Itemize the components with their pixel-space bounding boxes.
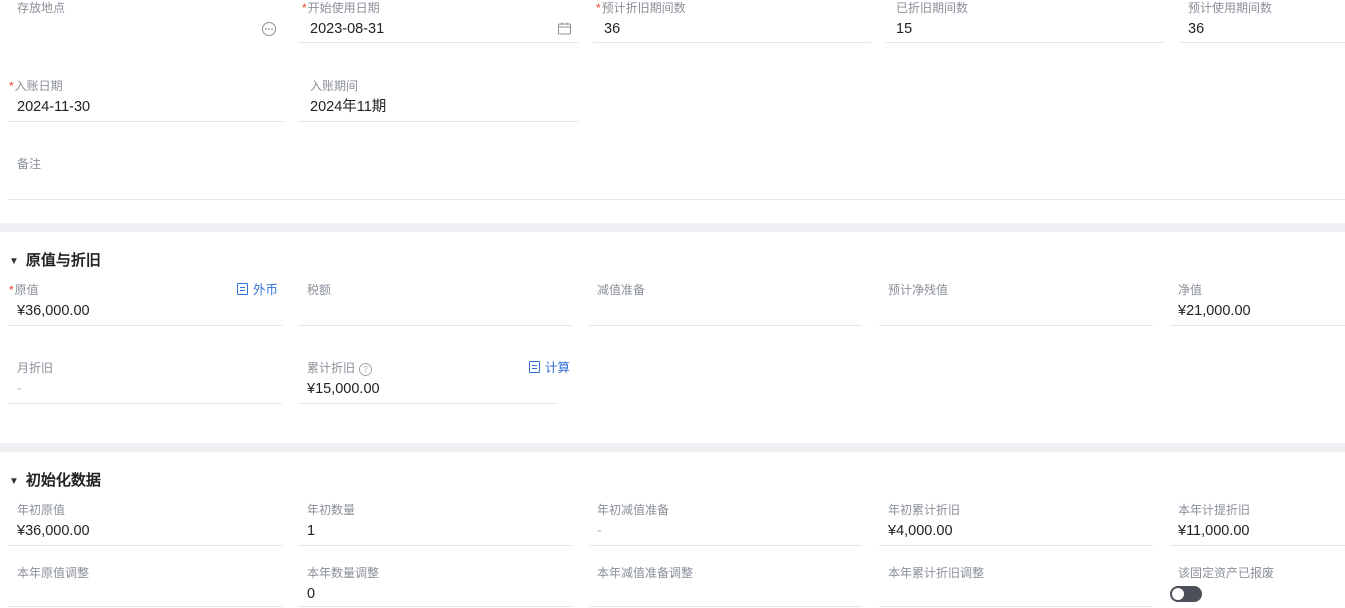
entry-date-label-text: 入账日期 [14,79,63,93]
document-icon [529,361,540,373]
accum-depr-label: 累计折旧? [307,361,373,376]
impairment-underline [589,325,862,326]
original-value-underline [8,325,282,326]
year-depr-value[interactable]: ¥11,000.00 [1178,522,1250,540]
year-begin-impair-label: 年初减值准备 [597,503,670,517]
original-value-value[interactable]: ¥36,000.00 [17,302,90,320]
accum-depr-underline [298,403,556,404]
remark-underline [8,199,1345,200]
scrapped-label: 该固定资产已报废 [1178,566,1275,580]
foreign-currency-link-text: 外币 [253,283,279,297]
location-label: 存放地点 [17,1,66,15]
original-value-label-text: 原值 [14,283,39,297]
entry-period-value[interactable]: 2024年11期 [310,98,386,116]
depr-periods-done-value[interactable]: 15 [896,20,912,38]
entry-period-label: 入账期间 [310,79,359,93]
est-use-periods-label: 预计使用期间数 [1188,1,1273,15]
year-begin-value-label: 年初原值 [17,503,66,517]
entry-date-underline [8,121,284,122]
year-begin-value-value[interactable]: ¥36,000.00 [17,522,90,540]
value-adjust-underline [8,606,282,607]
year-begin-accum-label: 年初累计折旧 [888,503,961,517]
depr-periods-done-underline [886,42,1164,43]
tax-underline [298,325,572,326]
calculate-link[interactable]: 计算 [529,361,570,375]
start-date-label-text: 开始使用日期 [307,1,380,15]
est-depr-periods-value[interactable]: 36 [604,20,620,38]
monthly-depr-value: - [17,381,22,397]
toggle-knob [1172,588,1184,600]
calendar-icon[interactable] [557,21,572,41]
monthly-depr-label: 月折旧 [17,361,54,375]
est-depr-periods-label: *预计折旧期间数 [596,1,686,15]
value-adjust-label: 本年原值调整 [17,566,90,580]
section-header-depreciation[interactable]: ▼ 原值与折旧 [9,249,101,270]
year-begin-qty-label: 年初数量 [307,503,356,517]
net-value-underline [1170,325,1345,326]
accum-adjust-label: 本年累计折旧调整 [888,566,985,580]
tax-label: 税额 [307,283,332,297]
question-circle-icon[interactable]: ? [359,363,373,376]
required-mark: * [9,283,14,297]
foreign-currency-link[interactable]: 外币 [237,283,278,297]
scrapped-toggle[interactable] [1170,586,1202,602]
start-date-underline [298,42,578,43]
impair-adjust-underline [589,606,862,607]
est-depr-periods-label-text: 预计折旧期间数 [601,1,686,15]
accum-depr-label-text: 累计折旧 [307,361,356,375]
year-begin-impair-value: - [597,523,602,539]
net-value-label: 净值 [1178,283,1203,297]
year-begin-impair-underline [589,545,862,546]
start-date-label: *开始使用日期 [302,1,380,15]
start-date-value[interactable]: 2023-08-31 [310,20,384,38]
caret-down-icon[interactable]: ▼ [9,256,19,267]
entry-period-underline [298,121,578,122]
year-begin-value-underline [8,545,282,546]
required-mark: * [302,1,307,15]
section-divider [0,223,1345,232]
depr-periods-done-label: 已折旧期间数 [896,1,969,15]
est-depr-periods-underline [593,42,871,43]
caret-down-icon[interactable]: ▼ [9,476,19,487]
year-depr-underline [1170,545,1345,546]
calculate-link-text: 计算 [545,361,571,375]
year-begin-qty-underline [298,545,572,546]
year-begin-accum-value[interactable]: ¥4,000.00 [888,522,953,540]
document-icon [237,283,248,295]
est-use-periods-underline [1180,42,1345,43]
section-divider [0,443,1345,452]
section-title-init: 初始化数据 [25,472,101,489]
impair-adjust-label: 本年减值准备调整 [597,566,694,580]
impairment-label: 减值准备 [597,283,646,297]
est-residual-label: 预计净残值 [888,283,949,297]
accum-adjust-underline [879,606,1153,607]
qty-adjust-value[interactable]: 0 [307,585,315,603]
monthly-depr-underline [8,403,282,404]
entry-date-value[interactable]: 2024-11-30 [17,98,90,116]
qty-adjust-label: 本年数量调整 [307,566,380,580]
year-begin-qty-value[interactable]: 1 [307,522,315,540]
qty-adjust-underline [298,606,572,607]
net-value-value[interactable]: ¥21,000.00 [1178,302,1251,320]
year-depr-label: 本年计提折旧 [1178,503,1251,517]
required-mark: * [596,1,601,15]
est-residual-underline [879,325,1153,326]
section-header-init[interactable]: ▼ 初始化数据 [9,469,101,490]
year-begin-accum-underline [879,545,1153,546]
entry-date-label: *入账日期 [9,79,63,93]
remark-label: 备注 [17,157,42,171]
ellipsis-circle-icon[interactable] [261,21,277,42]
accum-depr-value[interactable]: ¥15,000.00 [307,380,380,398]
est-use-periods-value[interactable]: 36 [1188,20,1204,38]
section-title-depreciation: 原值与折旧 [25,252,101,269]
required-mark: * [9,79,14,93]
original-value-label: *原值 [9,283,39,297]
